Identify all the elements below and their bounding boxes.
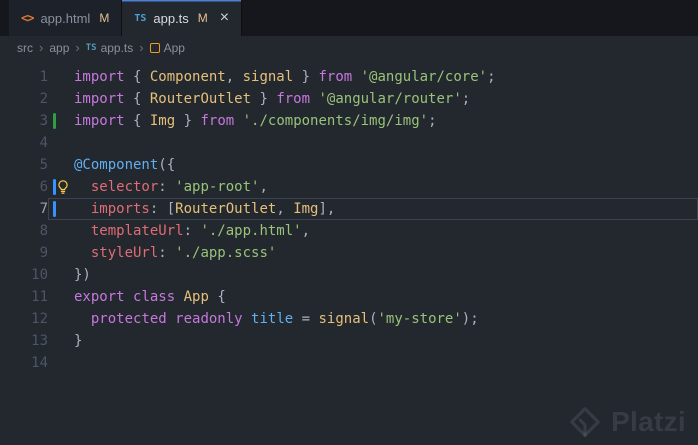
line-number[interactable]: 6 — [0, 176, 48, 198]
code-line[interactable]: 11 export class App { — [0, 286, 698, 308]
line-number[interactable]: 14 — [0, 352, 48, 374]
breadcrumb-label: app.ts — [100, 40, 134, 55]
breadcrumb-item-src[interactable]: src — [17, 41, 33, 55]
line-number[interactable]: 1 — [0, 66, 48, 88]
breadcrumb-item-app-ts[interactable]: TS app.ts — [86, 41, 134, 55]
code-line[interactable]: 4 — [0, 132, 698, 154]
modified-badge: M — [197, 11, 208, 25]
code-line-content: protected readonly title = signal('my-st… — [90, 311, 479, 327]
line-number[interactable]: 10 — [0, 264, 48, 286]
line-number[interactable]: 7 — [0, 198, 48, 220]
close-icon[interactable]: × — [220, 10, 229, 26]
code-line-content: }) — [74, 267, 91, 283]
html-file-icon: <> — [21, 11, 34, 25]
line-number[interactable]: 11 — [0, 286, 48, 308]
code-line-content — [48, 132, 698, 154]
line-number[interactable]: 2 — [0, 88, 48, 110]
line-number[interactable]: 3 — [0, 110, 48, 132]
code-line-content: } — [74, 333, 83, 349]
breadcrumb-item-app-symbol[interactable]: App — [149, 40, 185, 55]
code-line[interactable]: 6 selector: 'app-root', — [0, 176, 698, 198]
line-number[interactable]: 9 — [0, 242, 48, 264]
gutter-added-indicator — [53, 113, 56, 129]
tab-label: app.html — [40, 10, 91, 26]
code-line-content: @Component({ — [74, 157, 176, 173]
line-number[interactable]: 5 — [0, 154, 48, 176]
watermark: Platzi — [568, 405, 686, 439]
tab-bar: <> app.html M TS app.ts M × — [0, 0, 698, 36]
code-line-content: import { Img } from './components/img/im… — [48, 110, 698, 132]
tab-label: app.ts — [153, 10, 189, 26]
code-line-content: import { RouterOutlet } from '@angular/r… — [74, 91, 471, 107]
gutter-modified-indicator — [53, 201, 56, 217]
code-line[interactable]: 2 import { RouterOutlet } from '@angular/… — [0, 88, 698, 110]
modified-badge: M — [99, 11, 110, 25]
code-line-content: imports: [RouterOutlet, Img], — [48, 198, 698, 220]
code-line[interactable]: 14 — [0, 352, 698, 374]
line-number[interactable]: 12 — [0, 308, 48, 330]
tab-app-ts[interactable]: TS app.ts M × — [122, 0, 243, 36]
code-line-content — [48, 352, 698, 374]
breadcrumb-label: app — [49, 40, 70, 55]
line-number[interactable]: 8 — [0, 220, 48, 242]
code-line[interactable]: 10}) — [0, 264, 698, 286]
code-line[interactable]: 1 import { Component, signal } from '@ang… — [0, 66, 698, 88]
code-editor: 1 import { Component, signal } from '@ang… — [0, 59, 698, 374]
ts-file-icon: TS — [85, 42, 97, 53]
breadcrumb-label: App — [163, 40, 185, 55]
code-line[interactable]: 7 imports: [RouterOutlet, Img], — [0, 198, 698, 220]
platzi-logo-icon — [568, 405, 602, 439]
breadcrumb-label: src — [17, 40, 33, 55]
code-line-content: selector: 'app-root', — [48, 176, 698, 198]
breadcrumb-item-app[interactable]: app — [49, 41, 69, 55]
code-line[interactable]: 5 @Component({ — [0, 154, 698, 176]
line-number[interactable]: 13 — [0, 330, 48, 352]
code-line[interactable]: 3 import { Img } from './components/img/i… — [0, 110, 698, 132]
chevron-right-icon: › — [75, 40, 80, 55]
chevron-right-icon: › — [39, 40, 44, 55]
code-line[interactable]: 8 templateUrl: './app.html', — [0, 220, 698, 242]
line-number[interactable]: 4 — [0, 132, 48, 154]
class-symbol-icon — [149, 42, 160, 53]
ts-file-icon: TS — [134, 12, 147, 24]
code-line[interactable]: 13} — [0, 330, 698, 352]
code-line[interactable]: 9 styleUrl: './app.scss' — [0, 242, 698, 264]
tab-app-html[interactable]: <> app.html M — [9, 0, 123, 36]
lightbulb-icon[interactable] — [55, 179, 71, 195]
code-line[interactable]: 12 protected readonly title = signal('my… — [0, 308, 698, 330]
breadcrumb: src › app › TS app.ts › App — [0, 36, 698, 59]
code-line-content: styleUrl: './app.scss' — [90, 245, 277, 261]
code-line-content: templateUrl: './app.html', — [90, 223, 311, 239]
code-line-content: import { Component, signal } from '@angu… — [74, 69, 496, 85]
chevron-right-icon: › — [139, 40, 144, 55]
watermark-text: Platzi — [611, 406, 686, 437]
tab-bar-spacer — [0, 0, 9, 36]
code-line-content: export class App { — [74, 289, 226, 305]
